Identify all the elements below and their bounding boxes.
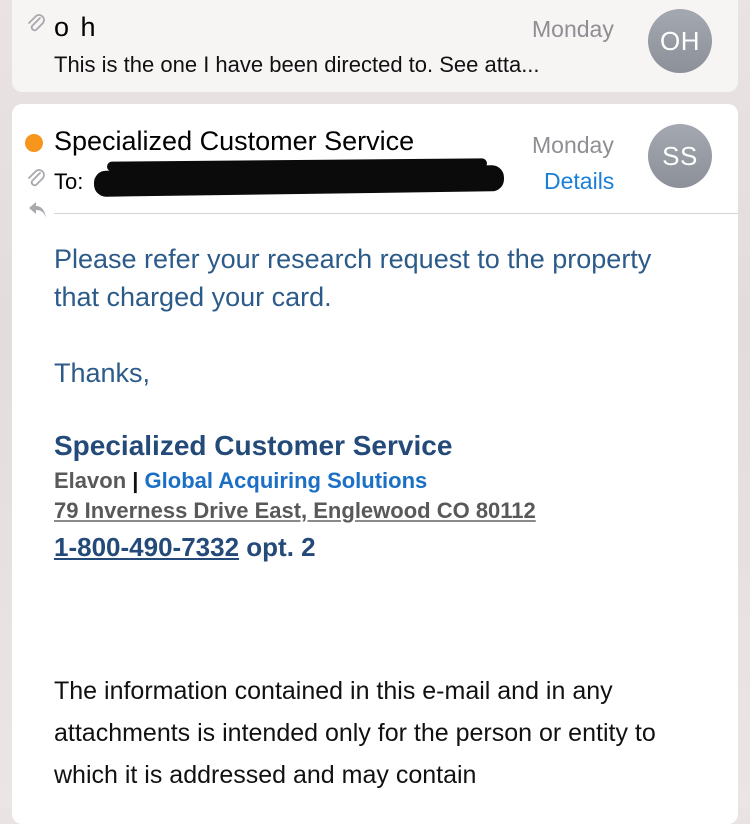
phone-link[interactable]: 1-800-490-7332 xyxy=(54,532,239,562)
disclaimer-text: The information contained in this e-mail… xyxy=(54,677,656,789)
message-date: Monday xyxy=(532,132,614,158)
phone-option: opt. 2 xyxy=(246,532,316,562)
body-thanks: Thanks, xyxy=(54,358,151,388)
header-divider xyxy=(54,213,738,214)
details-link[interactable]: Details xyxy=(544,168,614,195)
signature-name: Specialized Customer Service xyxy=(54,430,453,461)
message-date: Monday xyxy=(532,16,614,42)
unread-indicator xyxy=(25,134,43,152)
message-card: Specialized Customer Service Monday SS T… xyxy=(12,104,738,824)
paperclip-icon xyxy=(28,14,45,32)
company-division: Global Acquiring Solutions xyxy=(144,468,428,493)
to-label: To: xyxy=(54,169,84,194)
sender-name: o h xyxy=(54,12,98,42)
sender-name[interactable]: Specialized Customer Service xyxy=(54,126,414,157)
reply-arrow-icon xyxy=(29,202,46,218)
message-preview: This is the one I have been directed to.… xyxy=(54,52,540,77)
company-separator: | xyxy=(132,468,139,493)
avatar[interactable]: SS xyxy=(648,124,712,188)
company-name: Elavon xyxy=(54,468,127,493)
avatar[interactable]: OH xyxy=(648,9,712,73)
body-paragraph: Please refer your research request to th… xyxy=(54,244,652,312)
signature-phone: 1-800-490-7332 opt. 2 xyxy=(54,532,316,563)
previous-message-card[interactable]: o h Monday This is the one I have been d… xyxy=(12,0,738,92)
paperclip-icon xyxy=(28,169,45,187)
signature-address-link[interactable]: 79 Inverness Drive East, Englewood CO 80… xyxy=(54,498,536,524)
signature-company: Elavon | Global Acquiring Solutions xyxy=(54,468,427,494)
